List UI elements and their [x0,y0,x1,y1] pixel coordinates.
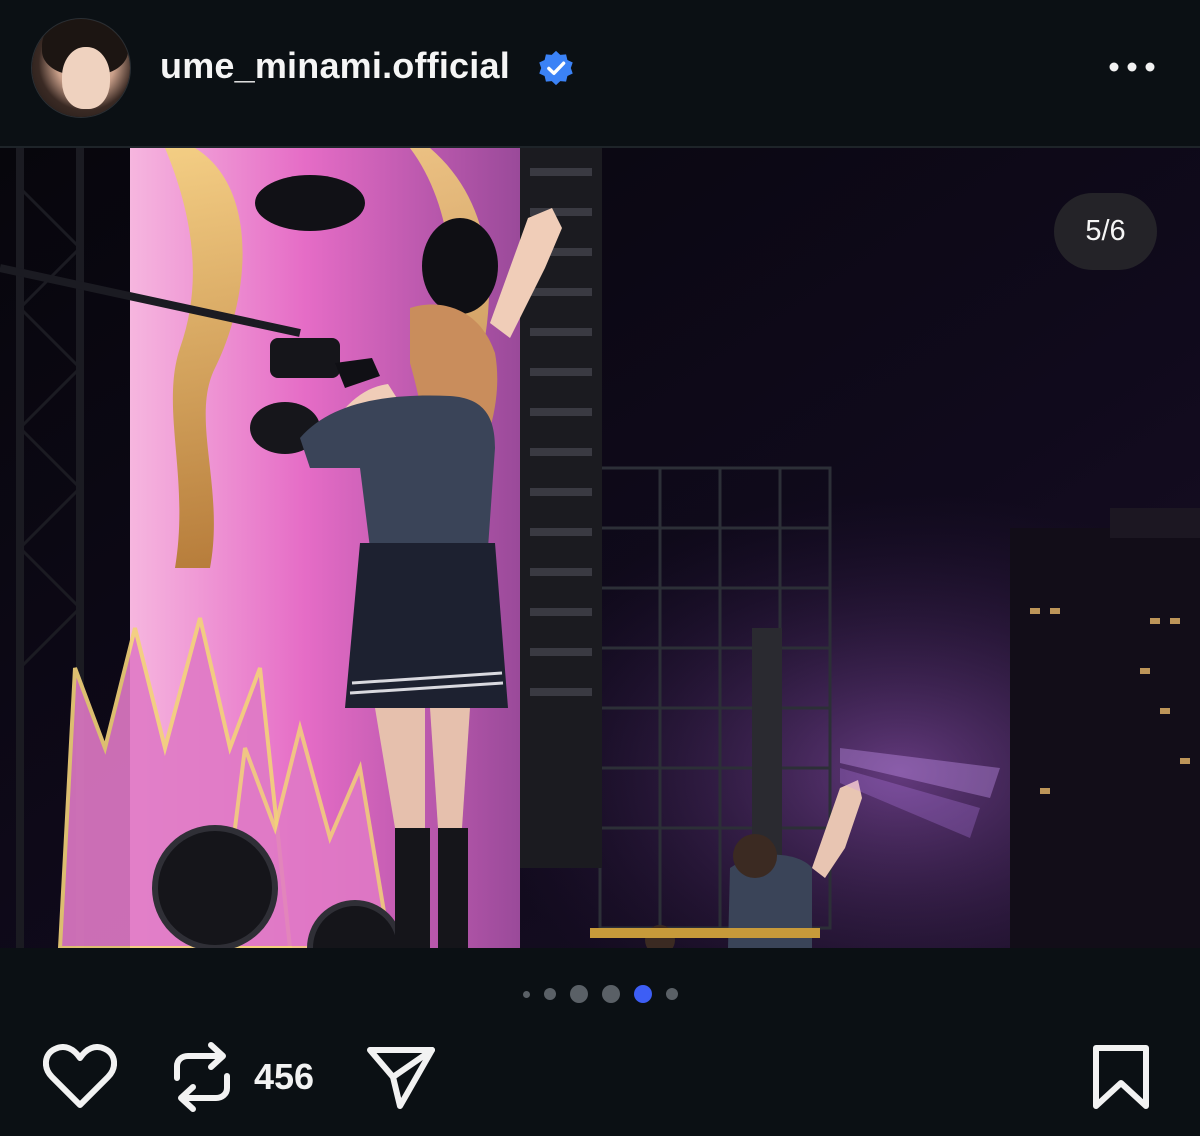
repost-icon[interactable] [171,1040,233,1114]
carousel-dot[interactable] [665,988,678,1000]
carousel-dot[interactable] [569,985,588,1003]
post-photo[interactable] [0,148,1200,948]
verified-badge-icon [539,50,573,86]
carousel-indicator [0,978,1200,1010]
repost-count: 456 [254,1056,315,1097]
concert-photo-illustration [0,148,1200,948]
heart-icon[interactable] [43,1044,117,1110]
username[interactable]: ume_minami.official [160,45,510,87]
post-header: ume_minami.official [0,0,1200,146]
carousel-counter: 5/6 [1054,193,1157,270]
carousel-dot[interactable] [601,985,620,1003]
carousel-dot-active[interactable] [633,985,652,1003]
carousel-dot[interactable] [543,988,556,1000]
post-actions-bar [0,1030,1200,1130]
bookmark-icon[interactable] [1092,1044,1150,1110]
profile-avatar[interactable] [32,19,130,117]
more-options-icon[interactable] [1104,55,1164,79]
send-icon[interactable] [366,1044,436,1110]
carousel-dot[interactable] [522,990,530,998]
avatar-face [62,47,110,109]
